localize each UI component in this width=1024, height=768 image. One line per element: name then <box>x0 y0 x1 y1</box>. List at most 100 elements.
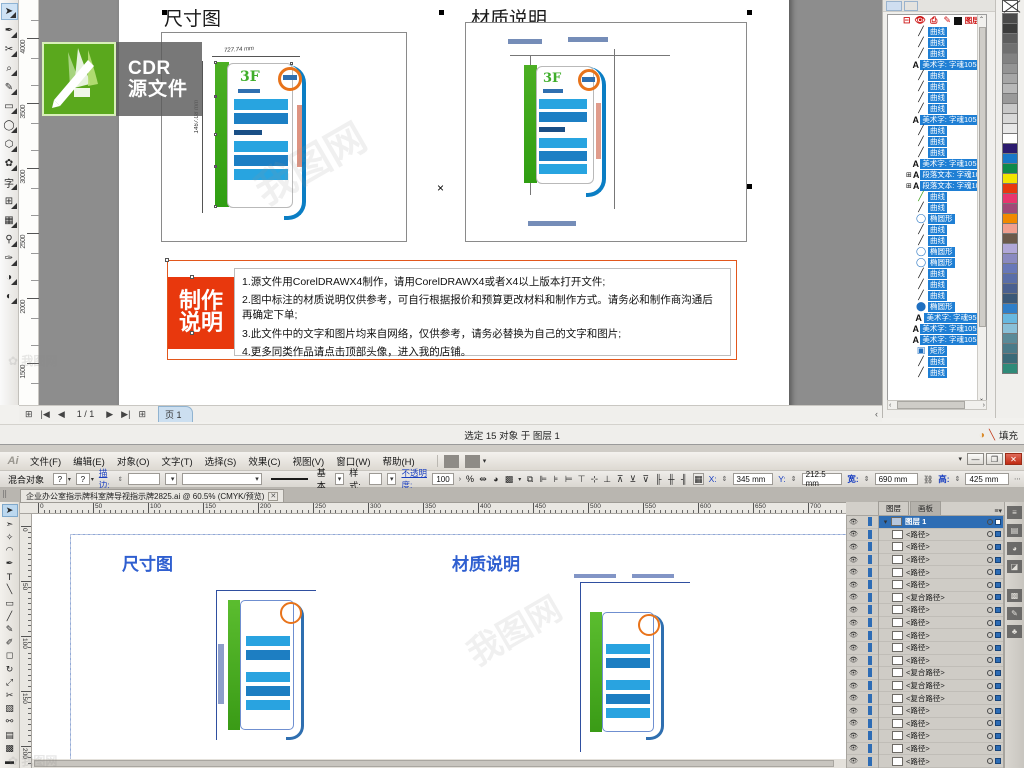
select-indicator[interactable] <box>995 745 1001 752</box>
object-list-scrollbar[interactable]: ⌃ ⌄ <box>977 15 986 403</box>
object-row[interactable]: ⬤ 椭圆形 <box>888 301 986 312</box>
tabbar-grip[interactable]: ⣿ <box>2 490 7 498</box>
bridge-icon[interactable] <box>443 454 459 468</box>
target-icon[interactable] <box>987 594 993 601</box>
height-input[interactable]: 425 mm <box>965 473 1010 485</box>
x-input[interactable]: 345 mm <box>732 473 774 485</box>
chevron-down-icon[interactable]: ▾ <box>483 457 487 465</box>
opacity-input[interactable]: 100 <box>432 473 454 485</box>
docker-tab-object-manager[interactable] <box>886 0 902 11</box>
menu-item-1[interactable]: 编辑(E) <box>67 454 111 468</box>
sign-artwork-material[interactable]: 3F <box>506 33 696 233</box>
object-row[interactable]: A 美术字: 字魂105号 <box>888 114 986 125</box>
isolate-chevron-icon[interactable]: ▾ <box>518 476 521 483</box>
freehand-tool-icon[interactable]: ✎ <box>1 79 18 96</box>
distribute-top-icon[interactable]: ⊼ <box>616 473 624 485</box>
prev-page-button[interactable]: ◀ <box>56 409 67 420</box>
direct-selection-tool-icon[interactable]: ➣ <box>2 517 18 530</box>
transparency-panel-icon[interactable]: ◕ <box>1007 542 1022 555</box>
panel-rail[interactable]: ≡ ▤ ◕ ◪ ▩ ✎ ♣ <box>1004 502 1024 768</box>
menu-item-3[interactable]: 文字(T) <box>156 454 199 468</box>
layer-color-swatch[interactable] <box>954 16 962 25</box>
selection-tool-icon[interactable]: ➤ <box>1 504 18 518</box>
select-indicator[interactable] <box>995 657 1001 664</box>
paintbrush-tool-icon[interactable]: ╱ <box>2 610 18 623</box>
menu-item-8[interactable]: 帮助(H) <box>377 454 421 468</box>
layer-visibility-row[interactable]: 👁 <box>847 680 878 693</box>
shape-tool-icon[interactable]: ✒ <box>1 22 18 39</box>
control-bar-overflow-icon[interactable]: ⋯ <box>1014 475 1024 483</box>
layer-row[interactable]: <路径> <box>879 566 1003 579</box>
object-row[interactable]: ╱ 曲线 <box>888 147 986 158</box>
menu-item-0[interactable]: 文件(F) <box>24 454 67 468</box>
layer-visibility-row[interactable]: 👁 <box>847 755 878 768</box>
sign-row[interactable] <box>234 99 288 110</box>
select-indicator[interactable] <box>995 682 1001 689</box>
select-indicator[interactable] <box>995 720 1001 727</box>
fill-color-icon[interactable]: ◑ <box>979 430 985 441</box>
sign-row[interactable] <box>539 151 587 161</box>
target-icon[interactable] <box>987 543 993 550</box>
align-middle-icon[interactable]: ⊹ <box>590 473 599 485</box>
layer-visibility-row[interactable]: 👁 <box>847 718 878 731</box>
layer-row[interactable]: <路径> <box>879 655 1003 668</box>
layer-visibility-row[interactable]: 👁 <box>847 617 878 630</box>
color-swatch[interactable] <box>1002 363 1018 374</box>
select-indicator[interactable] <box>995 732 1001 739</box>
eye-icon[interactable]: 👁 <box>848 581 859 589</box>
stroke-weight-dropdown[interactable]: ▾ <box>164 473 178 485</box>
target-icon[interactable] <box>987 606 993 613</box>
panel-tabs[interactable]: 图层 画板 ≡▾ <box>878 501 1004 515</box>
isolate-icon[interactable]: ▩ <box>505 473 514 485</box>
object-list[interactable]: ⊟ 👁 ⎙ ✎ 图层 1 ╱ 曲线 ╱ 曲线 ╱ 曲线 A 美术字: 字魂105号 ╱ 曲线 ╱ 曲线… <box>887 14 987 404</box>
layer-visibility-row[interactable]: 👁 <box>847 667 878 680</box>
layer-row[interactable]: <路径> <box>879 755 1003 768</box>
selection-handle[interactable] <box>165 258 169 262</box>
opacity-stepper-icon[interactable]: › <box>459 476 461 483</box>
eye-icon[interactable]: 👁 <box>848 707 859 715</box>
page-tab-1[interactable]: 页 1 <box>157 406 193 422</box>
selection-handle[interactable] <box>747 184 752 189</box>
sign-row[interactable] <box>234 113 288 124</box>
object-row[interactable]: ▣ 矩形 <box>888 345 986 356</box>
layer-visibility-row[interactable]: 👁 <box>847 592 878 605</box>
object-row[interactable]: A 美术字: 字魂105号 <box>888 59 986 70</box>
object-row[interactable]: ╱ 曲线 <box>888 367 986 378</box>
object-row[interactable]: ╱ 曲线 <box>888 202 986 213</box>
sign-row[interactable] <box>539 164 587 174</box>
illustrator-tab-bar[interactable]: 企业办公室指示牌科室牌导视指示牌2825.ai @ 60.5% (CMYK/预览… <box>0 488 1024 502</box>
target-icon[interactable] <box>987 732 993 739</box>
sign-artwork-dimension[interactable]: 727.74 mm 1467.08 mm 3F <box>190 45 350 225</box>
next-page-button[interactable]: ▶ <box>104 409 115 420</box>
layer-visibility-row[interactable]: 👁 <box>847 529 878 542</box>
sign-row[interactable] <box>234 169 288 180</box>
sign-row[interactable] <box>539 99 587 109</box>
object-row[interactable]: ╱ 曲线 <box>888 70 986 81</box>
object-row[interactable]: ◯ 椭圆形 <box>888 246 986 257</box>
layer-row[interactable]: <路径> <box>879 617 1003 630</box>
lasso-tool-icon[interactable]: ◠ <box>2 544 18 557</box>
sign-row[interactable] <box>539 138 587 148</box>
eye-icon[interactable]: 👁 <box>848 530 859 538</box>
illustrator-canvas[interactable]: 尺寸图 材质说明 <box>32 514 846 768</box>
eye-icon[interactable]: 👁 <box>914 15 928 26</box>
target-icon[interactable] <box>987 632 993 639</box>
layer-row[interactable]: <路径> <box>879 541 1003 554</box>
object-row[interactable]: ╱ 曲线 <box>888 268 986 279</box>
type-tool-icon[interactable]: T <box>2 570 18 583</box>
distribute-bottom-icon[interactable]: ⊽ <box>642 473 650 485</box>
scrollbar-thumb[interactable] <box>979 27 986 327</box>
pen-tool-icon[interactable]: ✒ <box>2 557 18 570</box>
group-icon[interactable]: ⧉ <box>526 473 534 485</box>
brush-dropdown[interactable]: ▾ <box>334 473 345 485</box>
layers-panel[interactable]: ▾ 图层 1 <路径> <路径> <路径> <路径> <路径> <复合路径> <路径> <路径… <box>878 515 1004 768</box>
interactive-fill-icon[interactable]: ◐ <box>1 288 18 305</box>
target-icon[interactable] <box>987 569 993 576</box>
align-left-icon[interactable]: ⊫ <box>539 473 547 485</box>
layer-visibility-row[interactable]: 👁 <box>847 705 878 718</box>
layer-root-row[interactable]: ▾ 图层 1 <box>879 516 1003 529</box>
object-row[interactable]: ╱ 曲线 <box>888 26 986 37</box>
object-row[interactable]: ╱ 曲线 <box>888 290 986 301</box>
layer-visibility-row[interactable]: 👁 <box>847 541 878 554</box>
docker-tab-other[interactable] <box>903 0 918 11</box>
